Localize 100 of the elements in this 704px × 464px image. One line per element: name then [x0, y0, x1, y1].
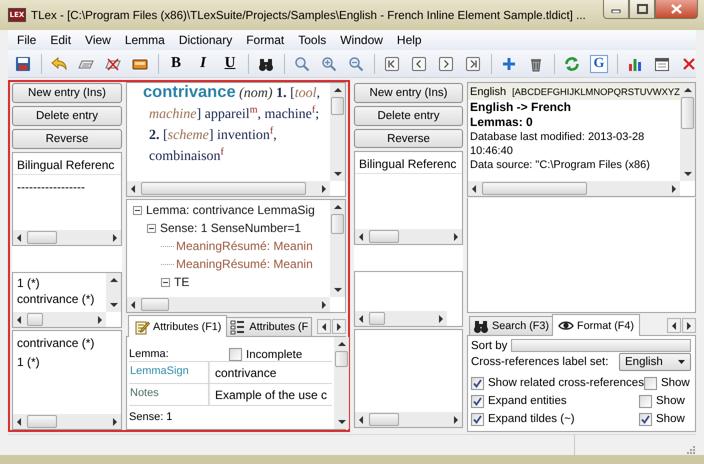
- column-header: Bilingual Referenc: [355, 152, 462, 174]
- crossed-keyboard-icon: [105, 56, 121, 72]
- collapse-toggle[interactable]: [147, 224, 156, 232]
- checkbox[interactable]: [644, 376, 657, 390]
- menu-item[interactable]: Dictionary: [172, 31, 240, 49]
- underline-button[interactable]: U: [218, 52, 242, 74]
- menu-item[interactable]: Window: [333, 31, 390, 49]
- collapse-toggle[interactable]: [161, 278, 170, 286]
- calendar-icon: [654, 56, 670, 72]
- list-item[interactable]: -----------------: [17, 178, 117, 195]
- menu-item[interactable]: Tools: [291, 31, 334, 49]
- next-icon: [438, 56, 454, 72]
- tree-item[interactable]: MeaningRésumé: Meanin: [176, 257, 313, 271]
- checkbox[interactable]: [471, 412, 484, 426]
- right-arrow-icon: [337, 322, 341, 330]
- checkbox-label: Show: [660, 377, 690, 389]
- tree-item[interactable]: MeaningRésumé: Meanin: [176, 239, 313, 253]
- horizontal-scrollbar[interactable]: [468, 181, 680, 196]
- checkbox[interactable]: [229, 348, 242, 361]
- tree-item[interactable]: TE: [174, 275, 190, 289]
- tab[interactable]: Attributes (F: [226, 317, 312, 336]
- italic-button[interactable]: I: [191, 52, 215, 74]
- previous-icon: [411, 56, 427, 72]
- modified-text: Database last modified: 2013-03-28 10:46:40: [469, 130, 646, 158]
- list-item[interactable]: 1 (*): [17, 275, 102, 292]
- resize-grip-icon[interactable]: [686, 445, 696, 455]
- scroll-left-button[interactable]: [317, 319, 331, 334]
- tab[interactable]: Search (F3): [469, 316, 553, 335]
- horizontal-scrollbar[interactable]: [355, 228, 462, 244]
- close-icon: [681, 56, 697, 72]
- horizontal-scrollbar[interactable]: [355, 310, 447, 326]
- first-icon: [384, 56, 400, 72]
- scroll-left-button[interactable]: [667, 318, 681, 333]
- checkbox-label: Show: [656, 395, 685, 407]
- label-set-dropdown[interactable]: English: [619, 353, 691, 371]
- maximize-icon: [636, 4, 648, 14]
- scroll-right-button[interactable]: [682, 318, 696, 333]
- menu-item[interactable]: Help: [390, 31, 429, 49]
- lookup-button[interactable]: G: [587, 52, 611, 74]
- reverse-button[interactable]: Reverse: [12, 128, 122, 149]
- undo-arrow-icon: [51, 56, 67, 72]
- checkbox-label: Incomplete: [246, 348, 302, 360]
- vertical-scrollbar[interactable]: [334, 337, 350, 429]
- vertical-scrollbar[interactable]: [106, 273, 121, 312]
- list-item[interactable]: contrivance (*): [17, 334, 117, 354]
- checkbox[interactable]: [471, 376, 484, 390]
- maximize-button[interactable]: [629, 0, 655, 19]
- list-item[interactable]: 1 (*): [17, 353, 117, 372]
- notepad-pencil-icon: [134, 318, 150, 334]
- delete-entry-button[interactable]: Delete entry: [354, 106, 463, 126]
- horizontal-scrollbar[interactable]: [355, 412, 462, 427]
- collapse-toggle[interactable]: [133, 206, 142, 214]
- new-entry-button[interactable]: New entry (Ins): [12, 83, 122, 103]
- vertical-scrollbar[interactable]: [330, 83, 345, 181]
- tree-item[interactable]: Lemma: contrivance LemmaSig: [146, 203, 315, 217]
- close-icon: [671, 4, 682, 14]
- field-label: Cross-references label set:: [471, 356, 608, 368]
- reverse-button[interactable]: Reverse: [354, 128, 463, 148]
- horizontal-scrollbar[interactable]: [127, 297, 330, 312]
- list-item[interactable]: contrivance (*): [17, 291, 102, 308]
- close-button[interactable]: [655, 0, 698, 19]
- new-entry-button[interactable]: New entry (Ins): [354, 83, 463, 103]
- attribute-grid-icon: [230, 319, 246, 335]
- checkbox[interactable]: [639, 394, 652, 408]
- left-arrow-icon: [672, 322, 676, 330]
- tab[interactable]: Format (F4): [552, 314, 640, 336]
- minimize-button[interactable]: [603, 0, 629, 19]
- vertical-scrollbar[interactable]: [330, 200, 345, 297]
- horizontal-scrollbar[interactable]: [13, 312, 106, 328]
- alphabet-text: [ABCDEFGHIJKLMNOPQRSTUVWXYZ: [512, 86, 680, 97]
- zoom-out-icon: [348, 56, 364, 72]
- checkbox[interactable]: [471, 394, 484, 408]
- magnifier-icon: [294, 56, 310, 72]
- direction-text: English -> French: [469, 100, 572, 115]
- source-text: Data source: "C:\Program Files (x86): [469, 158, 651, 172]
- refresh-icon: [564, 56, 580, 72]
- horizontal-scrollbar[interactable]: [127, 181, 330, 196]
- tab[interactable]: Attributes (F1): [128, 315, 228, 337]
- zoom-in-icon: [321, 56, 337, 72]
- horizontal-scrollbar[interactable]: [13, 230, 121, 245]
- horizontal-scrollbar[interactable]: [13, 414, 121, 429]
- section-label: Lemma:: [129, 348, 170, 361]
- column-header: Bilingual Referenc: [13, 152, 121, 175]
- scroll-right-button[interactable]: [332, 319, 346, 334]
- checkbox-label: Expand entities: [488, 395, 567, 407]
- checkbox[interactable]: [639, 412, 652, 426]
- sort-label: Sort by: [471, 340, 508, 352]
- menu-item[interactable]: View: [78, 31, 118, 49]
- menu-item[interactable]: Lemma: [118, 31, 172, 49]
- checkbox-label: Expand tildes (~): [488, 413, 575, 425]
- right-arrow-icon: [687, 322, 691, 330]
- bold-button[interactable]: B: [164, 52, 188, 74]
- tree-item[interactable]: Sense: 1 SenseNumber=1: [160, 221, 302, 235]
- delete-entry-button[interactable]: Delete entry: [12, 106, 122, 126]
- menu-item[interactable]: Edit: [43, 31, 78, 49]
- menu-item[interactable]: File: [10, 31, 44, 49]
- sort-field[interactable]: [511, 339, 691, 352]
- vertical-scrollbar[interactable]: [680, 83, 695, 181]
- checkbox-label: Show: [656, 413, 685, 425]
- menu-item[interactable]: Format: [239, 31, 292, 49]
